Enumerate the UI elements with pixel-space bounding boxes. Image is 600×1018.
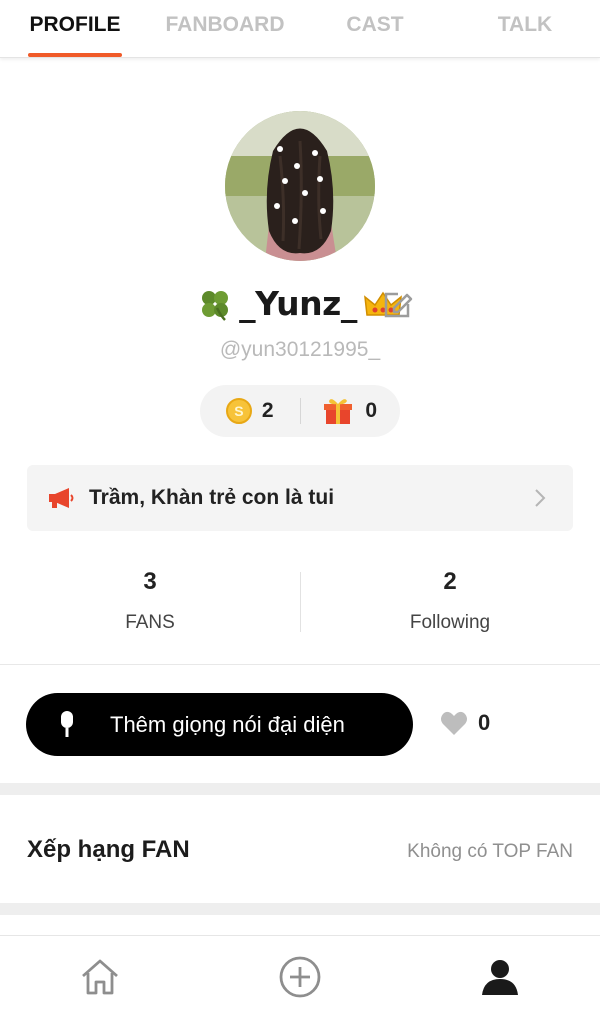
coin-icon: S <box>225 398 252 424</box>
bottom-nav <box>0 935 600 1018</box>
fan-ranking-empty: Không có TOP FAN <box>407 841 573 862</box>
avatar[interactable] <box>225 111 375 261</box>
fan-ranking-title: Xếp hạng FAN <box>27 836 190 863</box>
fans-stat[interactable]: 3 FANS <box>0 568 300 638</box>
home-icon <box>82 959 118 995</box>
fans-count: 3 <box>143 568 157 595</box>
currency-pill[interactable]: S 2 0 <box>200 385 400 437</box>
chevron-right-icon <box>535 489 546 507</box>
profile-name-row: _Yunz_ <box>0 284 600 323</box>
tab-profile[interactable]: PROFILE <box>0 0 150 57</box>
gift-counter: 0 <box>301 396 401 426</box>
profile-icon <box>482 960 518 995</box>
nav-profile[interactable] <box>400 936 600 1018</box>
likes-counter[interactable]: 0 <box>440 710 490 736</box>
heart-icon <box>441 711 467 735</box>
gift-icon <box>324 399 353 424</box>
gift-count: 0 <box>365 399 378 422</box>
top-tab-bar: PROFILE FANBOARD CAST TALK <box>0 0 600 58</box>
tab-cast[interactable]: CAST <box>300 0 450 57</box>
nav-home[interactable] <box>0 936 200 1018</box>
megaphone-icon <box>49 488 74 508</box>
status-message: Trầm, Khàn trẻ con là tui <box>89 486 335 509</box>
fans-label: FANS <box>125 612 175 633</box>
profile-handle: @yun30121995_ <box>219 338 381 361</box>
add-voice-label: Thêm giọng nói đại diện <box>110 711 345 737</box>
following-label: Following <box>409 612 491 633</box>
following-count: 2 <box>443 568 457 595</box>
tab-fanboard[interactable]: FANBOARD <box>150 0 300 57</box>
status-banner[interactable]: Trầm, Khàn trẻ con là tui <box>27 465 573 531</box>
section-divider <box>0 664 600 665</box>
four-leaf-clover-icon <box>202 290 229 321</box>
follow-stats: 3 FANS 2 Following <box>0 568 600 638</box>
stats-divider <box>300 572 301 632</box>
profile-name: _Yunz_ <box>239 284 357 323</box>
tab-talk[interactable]: TALK <box>450 0 600 57</box>
following-stat[interactable]: 2 Following <box>300 568 600 638</box>
add-circle-icon <box>279 956 321 998</box>
microphone-icon <box>61 710 73 737</box>
nav-add[interactable] <box>200 936 400 1018</box>
coin-counter: S 2 <box>200 398 300 424</box>
section-gap <box>0 783 600 795</box>
section-gap <box>0 903 600 915</box>
coin-count: 2 <box>261 399 274 422</box>
likes-count: 0 <box>478 710 491 735</box>
edit-profile-icon[interactable] <box>380 288 414 322</box>
add-voice-button[interactable]: Thêm giọng nói đại diện <box>26 693 413 756</box>
